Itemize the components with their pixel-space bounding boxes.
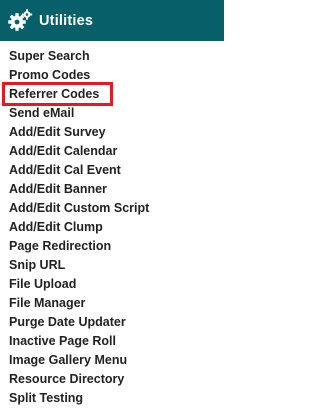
menu-item-add-edit-custom-script[interactable]: Add/Edit Custom Script: [0, 199, 224, 218]
utilities-menu: Super Search Promo Codes Referrer Codes …: [0, 41, 224, 408]
menu-item-send-email[interactable]: Send eMail: [0, 104, 224, 123]
menu-item-file-upload[interactable]: File Upload: [0, 275, 224, 294]
menu-item-file-manager[interactable]: File Manager: [0, 294, 224, 313]
menu-item-image-gallery-menu[interactable]: Image Gallery Menu: [0, 351, 224, 370]
utilities-panel: Utilities Super Search Promo Codes Refer…: [0, 0, 224, 412]
menu-item-inactive-page-roll[interactable]: Inactive Page Roll: [0, 332, 224, 351]
menu-item-add-edit-banner[interactable]: Add/Edit Banner: [0, 180, 224, 199]
utilities-header[interactable]: Utilities: [0, 0, 224, 41]
menu-item-resource-directory[interactable]: Resource Directory: [0, 370, 224, 389]
menu-item-snip-url[interactable]: Snip URL: [0, 256, 224, 275]
menu-item-page-redirection[interactable]: Page Redirection: [0, 237, 224, 256]
header-title: Utilities: [39, 12, 94, 29]
menu-item-add-edit-cal-event[interactable]: Add/Edit Cal Event: [0, 161, 224, 180]
menu-item-super-search[interactable]: Super Search: [0, 47, 224, 66]
menu-item-split-testing[interactable]: Split Testing: [0, 389, 224, 408]
menu-item-promo-codes[interactable]: Promo Codes: [0, 66, 224, 85]
menu-item-add-edit-calendar[interactable]: Add/Edit Calendar: [0, 142, 224, 161]
menu-item-referrer-codes[interactable]: Referrer Codes: [0, 85, 224, 104]
gears-icon: [8, 8, 33, 31]
menu-item-purge-date-updater[interactable]: Purge Date Updater: [0, 313, 224, 332]
menu-item-add-edit-clump[interactable]: Add/Edit Clump: [0, 218, 224, 237]
menu-item-add-edit-survey[interactable]: Add/Edit Survey: [0, 123, 224, 142]
